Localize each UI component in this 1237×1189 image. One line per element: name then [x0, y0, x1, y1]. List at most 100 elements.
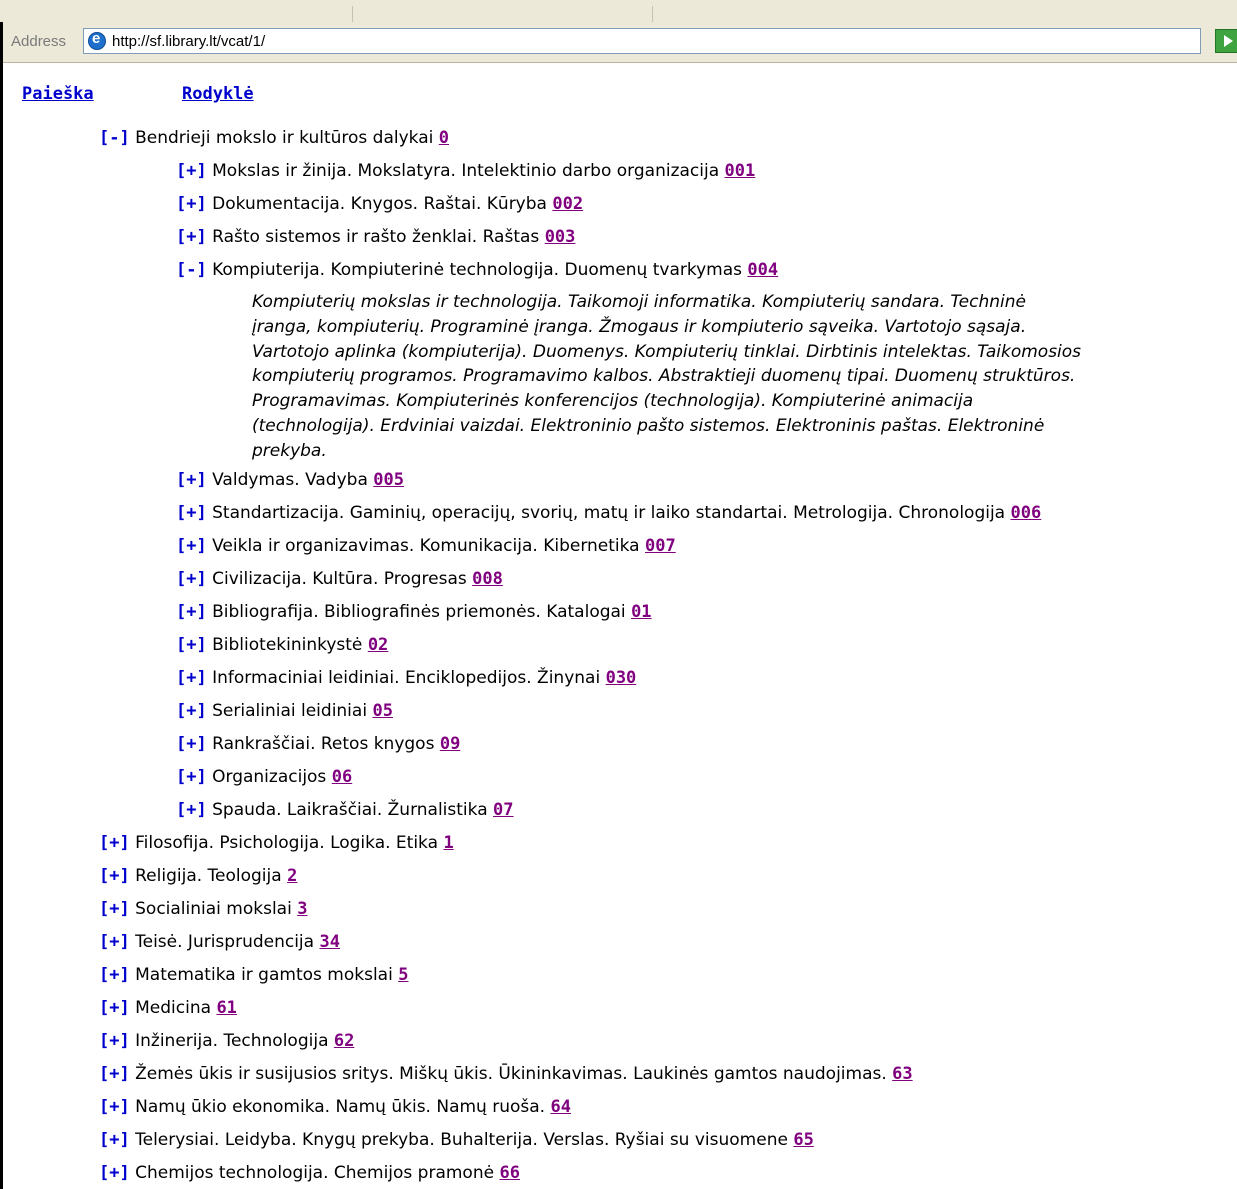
tree-row: [+] Mokslas ir žinija. Mokslatyra. Intel…: [176, 160, 755, 182]
expand-toggle[interactable]: [+]: [176, 602, 207, 622]
classification-code-link[interactable]: 66: [499, 1163, 519, 1183]
toolbar-separator: [352, 6, 353, 22]
tree-row-label: Religija. Teologija: [135, 866, 282, 886]
description-line: įranga, kompiuterių. Programinė įranga. …: [252, 316, 1027, 337]
classification-code-link[interactable]: 34: [319, 932, 339, 952]
classification-code-link[interactable]: 0: [439, 128, 449, 148]
tree-row-label: Bibliografija. Bibliografinės priemonės.…: [212, 602, 626, 622]
expand-toggle[interactable]: [+]: [99, 1097, 130, 1117]
tree-row-label: Informaciniai leidiniai. Enciklopedijos.…: [212, 668, 601, 688]
tree-row: [+] Medicina 61: [99, 997, 237, 1019]
classification-code-link[interactable]: 1: [443, 833, 453, 853]
classification-code-link[interactable]: 61: [216, 998, 236, 1018]
classification-code-link[interactable]: 06: [332, 767, 352, 787]
classification-code-link[interactable]: 007: [645, 536, 676, 556]
classification-code-link[interactable]: 008: [472, 569, 503, 589]
description-line: kompiuterių programos. Programavimo kalb…: [252, 366, 1076, 387]
tree-row: [+] Teisė. Jurisprudencija 34: [99, 931, 340, 953]
classification-code-link[interactable]: 3: [297, 899, 307, 919]
expand-toggle[interactable]: [+]: [176, 701, 207, 721]
tree-row: [+] Dokumentacija. Knygos. Raštai. Kūryb…: [176, 193, 583, 215]
classification-code-link[interactable]: 001: [725, 161, 756, 181]
tree-row: [+] Inžinerija. Technologija 62: [99, 1030, 354, 1052]
classification-code-link[interactable]: 004: [747, 260, 778, 280]
tree-row: [+] Spauda. Laikraščiai. Žurnalistika 07: [176, 799, 514, 821]
tree-row-label: Chemijos technologija. Chemijos pramonė: [135, 1163, 495, 1183]
expand-toggle[interactable]: [+]: [99, 866, 130, 886]
classification-code-link[interactable]: 62: [334, 1031, 354, 1051]
classification-code-link[interactable]: 003: [545, 227, 576, 247]
classification-code-link[interactable]: 07: [493, 800, 513, 820]
tree-row: [-] Kompiuterija. Kompiuterinė technolog…: [176, 259, 778, 281]
expand-toggle[interactable]: [+]: [99, 1163, 130, 1183]
classification-code-link[interactable]: 006: [1011, 503, 1042, 523]
tree-row-label: Socialiniai mokslai: [135, 899, 292, 919]
tree-row-label: Civilizacija. Kultūra. Progresas: [212, 569, 467, 589]
expand-toggle[interactable]: [+]: [99, 1064, 130, 1084]
expand-toggle[interactable]: [+]: [99, 899, 130, 919]
classification-code-link[interactable]: 01: [631, 602, 651, 622]
index-link[interactable]: Rodyklė: [182, 84, 254, 104]
classification-code-link[interactable]: 09: [440, 734, 460, 754]
expand-toggle[interactable]: [+]: [176, 635, 207, 655]
classification-code-link[interactable]: 002: [552, 194, 583, 214]
classification-code-link[interactable]: 64: [550, 1097, 570, 1117]
description-line: Programavimas. Kompiuterinės konferencij…: [252, 391, 974, 412]
expand-toggle[interactable]: [+]: [99, 1130, 130, 1150]
classification-code-link[interactable]: 65: [793, 1130, 813, 1150]
address-label: Address: [11, 33, 67, 50]
classification-code-link[interactable]: 5: [398, 965, 408, 985]
expand-toggle[interactable]: [+]: [176, 503, 207, 523]
address-url[interactable]: http://sf.library.lt/vcat/1/: [112, 33, 265, 50]
expand-toggle[interactable]: [+]: [176, 668, 207, 688]
expand-toggle[interactable]: [+]: [176, 161, 207, 181]
tree-row: [+] Serialiniai leidiniai 05: [176, 700, 393, 722]
collapse-toggle[interactable]: [-]: [176, 260, 207, 280]
expand-toggle[interactable]: [+]: [99, 998, 130, 1018]
expand-toggle[interactable]: [+]: [176, 800, 207, 820]
expand-toggle[interactable]: [+]: [99, 965, 130, 985]
expand-toggle[interactable]: [+]: [176, 194, 207, 214]
description-line: (technologija). Erdviniai vaizdai. Elekt…: [252, 415, 1045, 436]
expand-toggle[interactable]: [+]: [176, 470, 207, 490]
toolbar-separator: [652, 6, 653, 22]
description-line: Kompiuterių mokslas ir technologija. Tai…: [252, 292, 1026, 312]
go-arrow-icon[interactable]: [1215, 29, 1237, 53]
expand-toggle[interactable]: [+]: [99, 833, 130, 853]
description-line: Vartotojo aplinka (kompiuterija). Duomen…: [252, 341, 1082, 362]
expand-toggle[interactable]: [+]: [99, 1031, 130, 1051]
tree-row-label: Dokumentacija. Knygos. Raštai. Kūryba: [212, 194, 547, 214]
search-link[interactable]: Paieška: [22, 84, 94, 104]
tree-row: [-] Bendrieji mokslo ir kultūros dalykai…: [99, 127, 449, 149]
classification-code-link[interactable]: 63: [892, 1064, 912, 1084]
expand-toggle[interactable]: [+]: [99, 932, 130, 952]
tree-row-label: Serialiniai leidiniai: [212, 701, 368, 721]
expand-toggle[interactable]: [+]: [176, 767, 207, 787]
tree-row-label: Organizacijos: [212, 767, 327, 787]
classification-code-link[interactable]: 005: [373, 470, 404, 490]
address-bar: Address http://sf.library.lt/vcat/1/: [3, 22, 1237, 63]
expand-toggle[interactable]: [+]: [176, 734, 207, 754]
expand-toggle[interactable]: [+]: [176, 536, 207, 556]
collapse-toggle[interactable]: [-]: [99, 128, 130, 148]
tree-row: [+] Civilizacija. Kultūra. Progresas 008: [176, 568, 503, 590]
tree-row: [+] Namų ūkio ekonomika. Namų ūkis. Namų…: [99, 1096, 571, 1118]
tree-row-label: Bibliotekininkystė: [212, 635, 363, 655]
tree-row: [+] Bibliografija. Bibliografinės priemo…: [176, 601, 652, 623]
address-input[interactable]: http://sf.library.lt/vcat/1/: [83, 28, 1201, 54]
classification-code-link[interactable]: 030: [606, 668, 637, 688]
tree-row: [+] Filosofija. Psichologija. Logika. Et…: [99, 832, 454, 854]
tree-row: [+] Rašto sistemos ir rašto ženklai. Raš…: [176, 226, 575, 248]
tree-row-label: Rašto sistemos ir rašto ženklai. Raštas: [212, 227, 540, 247]
tree-row: [+] Veikla ir organizavimas. Komunikacij…: [176, 535, 676, 557]
tree-row: [+] Socialiniai mokslai 3: [99, 898, 307, 920]
tree-row: [+] Bibliotekininkystė 02: [176, 634, 388, 656]
classification-code-link[interactable]: 2: [287, 866, 297, 886]
classification-code-link[interactable]: 05: [372, 701, 392, 721]
expand-toggle[interactable]: [+]: [176, 569, 207, 589]
classification-code-link[interactable]: 02: [368, 635, 388, 655]
tree-row-label: Žemės ūkis ir susijusios sritys. Miškų ū…: [135, 1064, 887, 1084]
ie-page-icon: [88, 30, 106, 50]
tree-row: [+] Chemijos technologija. Chemijos pram…: [99, 1162, 520, 1184]
expand-toggle[interactable]: [+]: [176, 227, 207, 247]
